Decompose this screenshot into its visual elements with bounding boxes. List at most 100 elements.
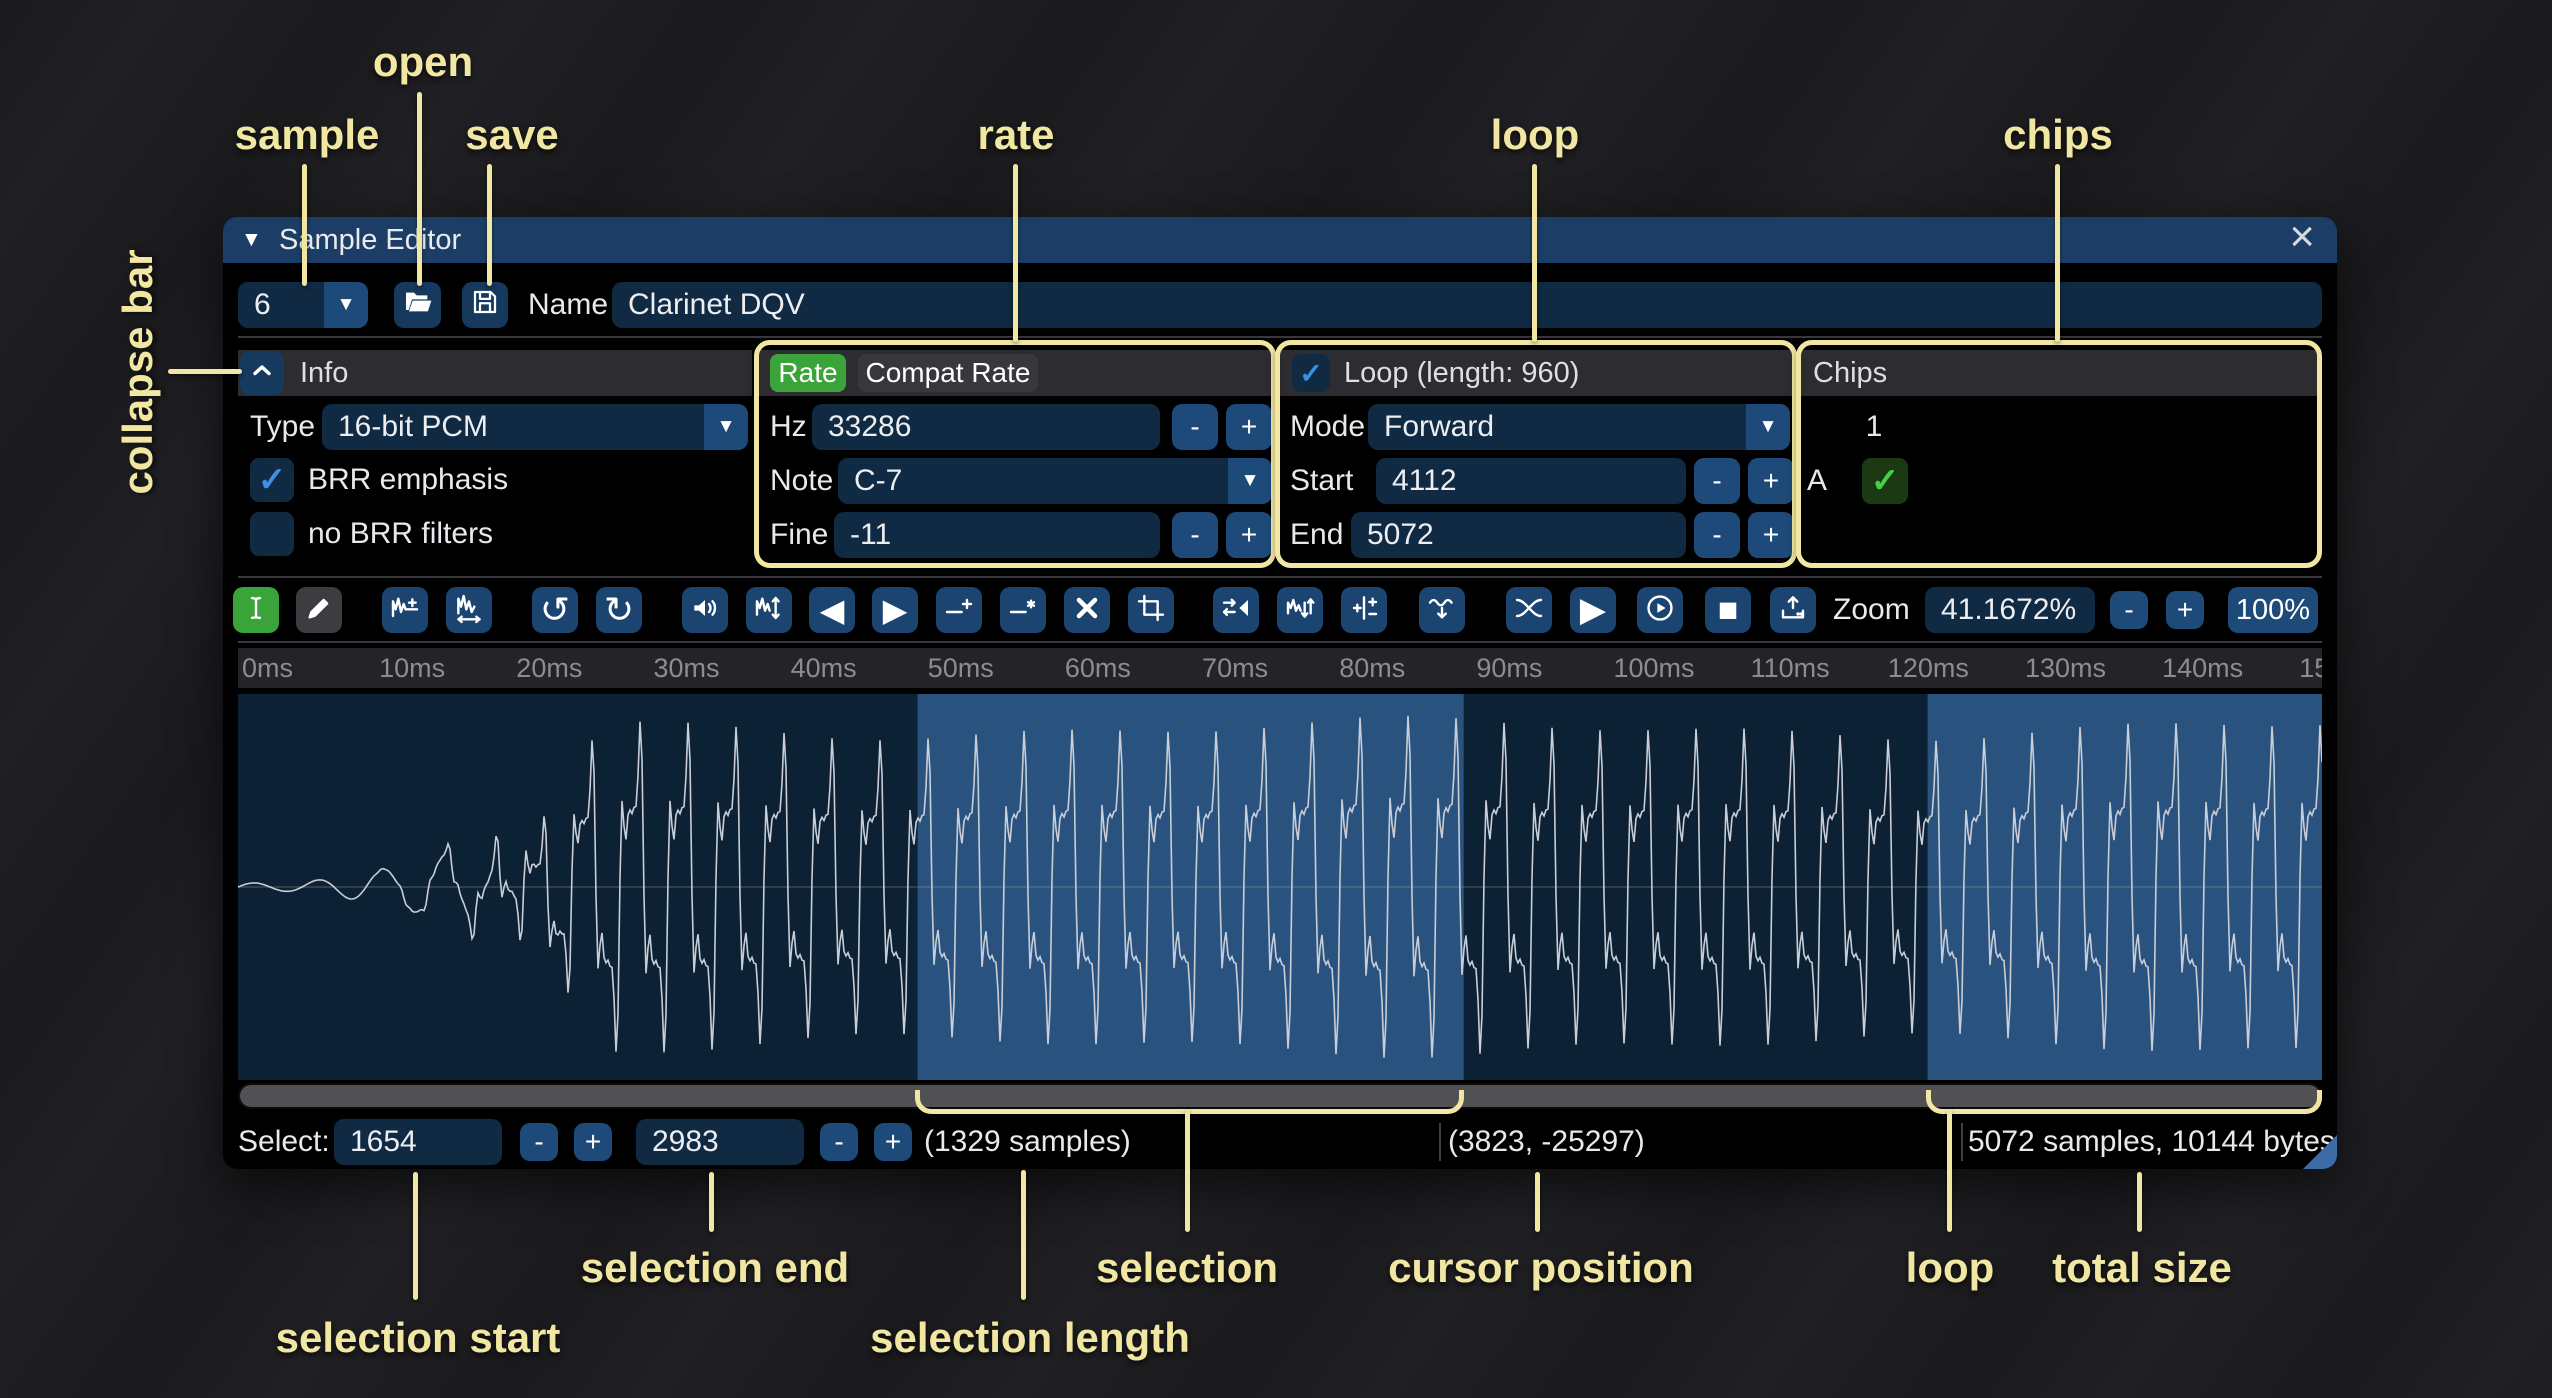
sample-number-combo[interactable]: 6 ▼	[238, 282, 368, 328]
info-panel-header: Info	[238, 350, 752, 396]
selection-end-minus-button[interactable]: -	[820, 1123, 858, 1161]
filter-button[interactable]	[1419, 587, 1465, 633]
collapse-bar-button[interactable]	[240, 351, 284, 395]
apply-silence-button[interactable]	[1000, 587, 1046, 633]
ruler-tick: 70ms	[1202, 648, 1268, 688]
type-combo[interactable]: 16-bit PCM ▼	[322, 404, 748, 450]
ruler-tick: 0ms	[242, 648, 293, 688]
open-sample-button[interactable]	[394, 282, 441, 328]
zoom-out-button[interactable]: -	[2110, 591, 2148, 629]
reverse-button[interactable]	[1213, 587, 1259, 633]
close-icon[interactable]: ×	[2289, 217, 2315, 260]
brr-emphasis-checkbox[interactable]: ✓	[250, 458, 294, 502]
zoom-input[interactable]: 41.1672%	[1925, 587, 2095, 633]
callout-line-cursor-position	[1535, 1172, 1540, 1232]
window-resize-grip[interactable]	[2303, 1135, 2337, 1169]
annotation-collapse-bar: collapse bar	[114, 249, 162, 494]
selection-start-input[interactable]: 1654	[334, 1119, 502, 1165]
amplify-button[interactable]	[682, 587, 728, 633]
fade-out-icon: ▶	[883, 594, 908, 626]
chevron-down-icon[interactable]: ▼	[324, 282, 368, 328]
redo-icon: ↻	[604, 592, 634, 628]
insert-silence-icon	[943, 592, 975, 629]
name-input[interactable]: Clarinet DQV	[612, 282, 2322, 328]
play-icon: ▶	[1580, 593, 1606, 627]
crossfade-button[interactable]	[1506, 587, 1552, 633]
annotation-loop-bottom: loop	[1906, 1244, 1995, 1292]
ruler-tick: 30ms	[653, 648, 719, 688]
callout-line-chips	[2055, 164, 2060, 342]
selection-start-plus-button[interactable]: +	[574, 1123, 612, 1161]
normalize-button[interactable]	[746, 587, 792, 633]
no-brr-filters-checkbox[interactable]	[250, 512, 294, 556]
divider	[238, 576, 2322, 578]
annotation-selection: selection	[1096, 1244, 1278, 1292]
signed-unsigned-button[interactable]	[1341, 587, 1387, 633]
undo-button[interactable]: ↺	[532, 587, 578, 633]
waveform-view[interactable]	[238, 694, 2322, 1080]
timeline-ruler[interactable]: 0ms10ms20ms30ms40ms50ms60ms70ms80ms90ms1…	[238, 648, 2322, 688]
callout-line-loop	[1532, 164, 1537, 342]
ruler-tick: 130ms	[2025, 648, 2106, 688]
status-divider	[1439, 1123, 1441, 1161]
selection-end-plus-button[interactable]: +	[874, 1123, 912, 1161]
select-button[interactable]	[233, 587, 279, 633]
selection-start-value: 1654	[334, 1125, 417, 1159]
draw-button[interactable]	[296, 587, 342, 633]
invert-button[interactable]	[1277, 587, 1323, 633]
ruler-tick: 80ms	[1339, 648, 1405, 688]
select-label: Select:	[238, 1119, 330, 1165]
zoom-value: 41.1672%	[1925, 593, 2076, 627]
redo-button[interactable]: ↻	[596, 587, 642, 633]
insert-silence-button[interactable]	[936, 587, 982, 633]
annotation-total-size: total size	[2052, 1244, 2232, 1292]
resample-button[interactable]	[446, 587, 492, 633]
desktop-background: ▼ Sample Editor × 6 ▼ Name Clarinet DQV	[0, 0, 2552, 1398]
selection-end-input[interactable]: 2983	[636, 1119, 804, 1165]
callout-line-collapse-bar	[168, 369, 242, 374]
callout-line-open	[417, 92, 422, 286]
annotation-open: open	[373, 38, 473, 86]
window-collapse-icon[interactable]: ▼	[241, 228, 262, 252]
play-selection-icon	[1644, 592, 1676, 629]
fade-in-button[interactable]: ◀	[809, 587, 855, 633]
ruler-tick: 150ms	[2299, 648, 2322, 688]
selection-start-minus-button[interactable]: -	[520, 1123, 558, 1161]
check-icon: ✓	[258, 460, 287, 500]
titlebar[interactable]: ▼ Sample Editor ×	[223, 217, 2337, 263]
zoom-reset-button[interactable]: 100%	[2228, 587, 2318, 633]
filter-icon	[1426, 592, 1458, 629]
annotation-rate: rate	[977, 111, 1054, 159]
delete-button[interactable]	[1064, 587, 1110, 633]
divider	[238, 641, 2322, 643]
trim-button[interactable]	[1128, 587, 1174, 633]
sample-number-value: 6	[238, 288, 271, 322]
zoom-in-button[interactable]: +	[2166, 591, 2204, 629]
normalize-icon	[753, 592, 785, 629]
import-button[interactable]	[1770, 587, 1816, 633]
stop-icon: ■	[1718, 593, 1739, 627]
undo-icon: ↺	[540, 592, 570, 628]
folder-open-icon	[402, 286, 434, 325]
loop-bracket	[1926, 1090, 2322, 1114]
crossfade-icon	[1513, 592, 1545, 629]
play-selection-button[interactable]	[1637, 587, 1683, 633]
info-header-label: Info	[300, 357, 348, 390]
fade-out-button[interactable]: ▶	[872, 587, 918, 633]
resize-icon	[389, 592, 421, 629]
callout-line-save	[487, 164, 492, 286]
stop-button[interactable]: ■	[1705, 587, 1751, 633]
ruler-tick: 90ms	[1476, 648, 1542, 688]
brr-emphasis-label: BRR emphasis	[308, 458, 508, 502]
invert-icon	[1284, 592, 1316, 629]
save-sample-button[interactable]	[462, 282, 508, 328]
annotation-cursor-position: cursor position	[1388, 1244, 1694, 1292]
chevron-down-icon[interactable]: ▼	[704, 404, 748, 450]
ruler-tick: 60ms	[1065, 648, 1131, 688]
delete-icon	[1071, 592, 1103, 629]
no-brr-filters-label: no BRR filters	[308, 512, 493, 556]
resample-icon	[453, 592, 485, 629]
resize-button[interactable]	[382, 587, 428, 633]
ruler-tick: 100ms	[1614, 648, 1695, 688]
play-button[interactable]: ▶	[1570, 587, 1616, 633]
